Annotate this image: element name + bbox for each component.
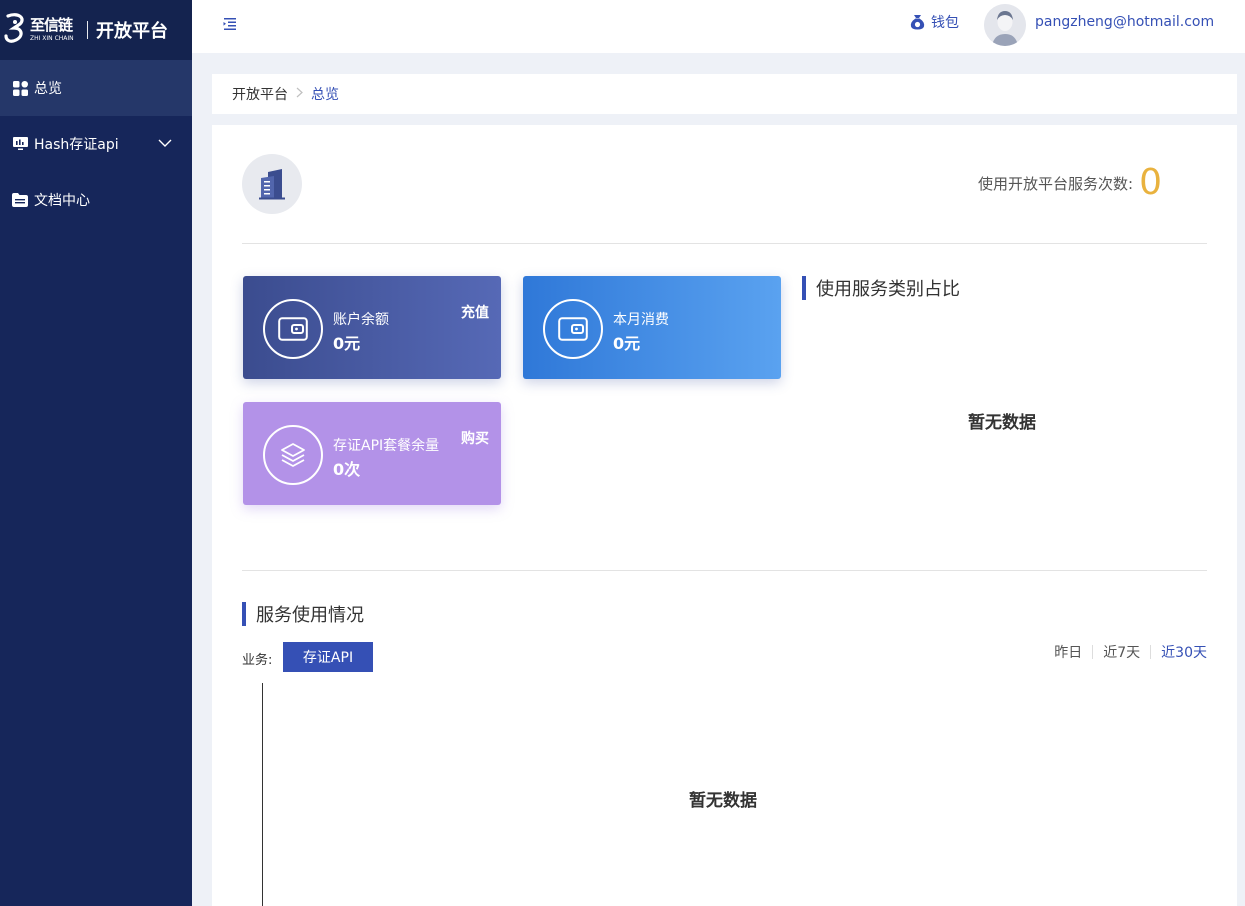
- card-value: 0元: [333, 334, 361, 353]
- buy-button[interactable]: 购买: [461, 428, 489, 448]
- service-usage-empty: 暂无数据: [689, 791, 757, 811]
- account-balance-card: 账户余额 0元 充值: [243, 276, 501, 379]
- menu-toggle-icon[interactable]: [222, 16, 240, 32]
- breadcrumb-root[interactable]: 开放平台: [232, 84, 288, 104]
- avatar[interactable]: [984, 4, 1026, 46]
- user-email[interactable]: pangzheng@hotmail.com: [1035, 14, 1214, 30]
- card-value: 0次: [333, 460, 361, 479]
- monthly-spend-card: 本月消费 0元: [523, 276, 781, 379]
- title-accent-bar: [802, 276, 806, 300]
- chevron-down-icon[interactable]: [158, 136, 172, 152]
- service-ratio-title: 使用服务类别占比: [802, 275, 960, 301]
- wallet-link[interactable]: 钱包: [910, 12, 959, 32]
- sidebar-item-overview[interactable]: 总览: [0, 60, 192, 116]
- sidebar-item-hash-api[interactable]: Hash存证api: [0, 116, 192, 172]
- money-bag-icon: [910, 15, 925, 30]
- card-label: 本月消费: [613, 312, 669, 328]
- range-option-7-days[interactable]: 近7天: [1103, 642, 1140, 662]
- chevron-right-icon: [296, 87, 303, 101]
- service-ratio-empty: 暂无数据: [968, 413, 1036, 433]
- card-label: 账户余额: [333, 312, 389, 328]
- building-icon: [242, 154, 302, 214]
- overview-panel: 使用开放平台服务次数: 0 账户余额 0元 充值 本月消费 0元 存证API套餐…: [212, 125, 1237, 906]
- grid-icon: [12, 80, 28, 96]
- brand-logo[interactable]: 至信链 ZHI XIN CHAIN 开放平台: [0, 0, 192, 60]
- business-filter-button[interactable]: 存证API: [283, 642, 373, 672]
- time-range-selector: 昨日 近7天 近30天: [1054, 642, 1207, 662]
- logo-text-cn: 至信链: [30, 16, 73, 34]
- folder-icon: [12, 192, 28, 208]
- sidebar: 至信链 ZHI XIN CHAIN 开放平台 总览 Hash存证api 文档中心: [0, 0, 192, 906]
- service-usage-title: 服务使用情况: [242, 601, 364, 627]
- user-avatar-icon: [984, 4, 1026, 46]
- chart-y-axis: [262, 683, 263, 906]
- card-value: 0元: [613, 334, 641, 353]
- range-separator: [1150, 645, 1152, 659]
- range-option-30-days[interactable]: 近30天: [1161, 642, 1207, 662]
- recharge-button[interactable]: 充值: [461, 302, 489, 322]
- section-title-text: 使用服务类别占比: [816, 279, 960, 300]
- logo-mark: 至信链 ZHI XIN CHAIN: [4, 10, 76, 50]
- logo-symbol-icon: [4, 13, 24, 43]
- usage-count-label: 使用开放平台服务次数:: [978, 174, 1134, 193]
- usage-count-value: 0: [1139, 162, 1162, 203]
- api-package-card: 存证API套餐余量 0次 购买: [243, 402, 501, 505]
- divider: [242, 570, 1207, 571]
- wallet-icon: [263, 299, 323, 359]
- monitor-icon: [12, 136, 28, 152]
- sidebar-item-label: 文档中心: [34, 193, 90, 209]
- logo-text-en: ZHI XIN CHAIN: [30, 35, 74, 42]
- business-label: 业务:: [242, 653, 273, 668]
- usage-count: 使用开放平台服务次数: 0: [978, 165, 1162, 201]
- wallet-label: 钱包: [931, 15, 959, 31]
- platform-title: 开放平台: [96, 21, 168, 42]
- wallet-icon: [543, 299, 603, 359]
- range-separator: [1092, 645, 1094, 659]
- card-label: 存证API套餐余量: [333, 438, 440, 454]
- logo-separator: [87, 21, 88, 39]
- breadcrumb: 开放平台 总览: [212, 74, 1237, 114]
- range-option-yesterday[interactable]: 昨日: [1054, 642, 1082, 662]
- layers-icon: [263, 425, 323, 485]
- sidebar-item-label: 总览: [34, 81, 62, 97]
- title-accent-bar: [242, 602, 246, 626]
- top-bar: 钱包 pangzheng@hotmail.com: [192, 0, 1245, 53]
- divider: [242, 243, 1207, 244]
- sidebar-item-label: Hash存证api: [34, 137, 119, 153]
- section-title-text: 服务使用情况: [256, 605, 364, 626]
- breadcrumb-current: 总览: [311, 87, 339, 103]
- sidebar-item-docs[interactable]: 文档中心: [0, 172, 192, 228]
